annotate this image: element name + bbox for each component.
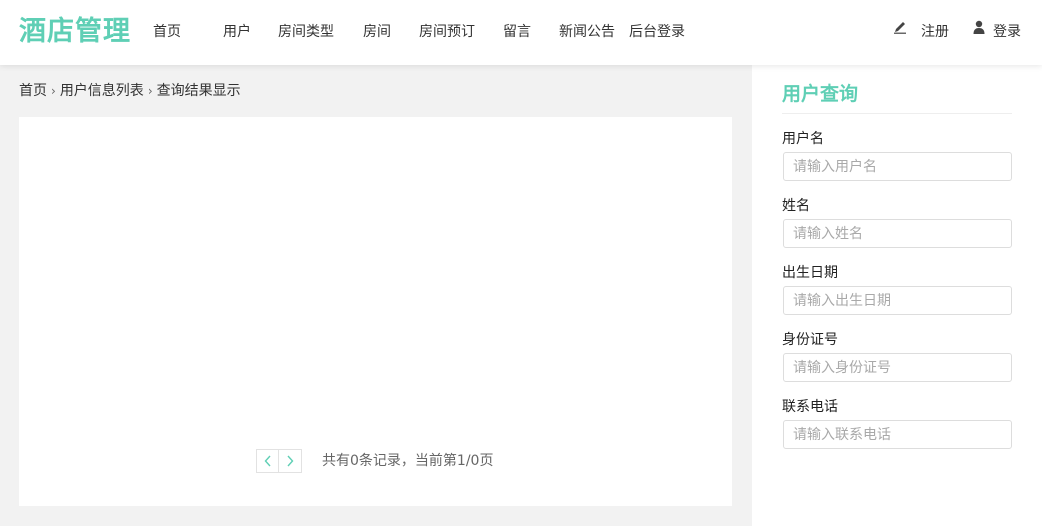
- nav-room-booking[interactable]: 房间预订: [419, 0, 475, 65]
- chevron-right-icon: [285, 455, 295, 467]
- name-input[interactable]: [783, 219, 1012, 248]
- id-number-label: 身份证号: [782, 332, 838, 348]
- id-number-input[interactable]: [783, 353, 1012, 382]
- nav-admin-login[interactable]: 后台登录: [629, 0, 685, 65]
- pagination: [256, 449, 302, 473]
- breadcrumb-home[interactable]: 首页: [19, 83, 47, 99]
- register-link[interactable]: 注册: [893, 0, 949, 65]
- pencil-icon: [893, 0, 907, 63]
- prev-page-button[interactable]: [256, 449, 279, 473]
- site-logo[interactable]: 酒店管理: [19, 14, 131, 50]
- breadcrumb-user-list[interactable]: 用户信息列表: [60, 83, 144, 99]
- phone-label: 联系电话: [782, 399, 838, 415]
- birthdate-input[interactable]: [783, 286, 1012, 315]
- pagination-info: 共有0条记录，当前第1/0页: [322, 453, 494, 469]
- chevron-left-icon: [263, 455, 273, 467]
- sidebar-title: 用户查询: [782, 83, 859, 105]
- nav-news[interactable]: 新闻公告: [559, 0, 615, 65]
- nav-rooms[interactable]: 房间: [363, 0, 391, 65]
- breadcrumb-separator-icon: ›: [147, 84, 153, 98]
- login-label: 登录: [993, 24, 1021, 40]
- breadcrumb: 首页 › 用户信息列表 › 查询结果显示: [19, 80, 241, 102]
- next-page-button[interactable]: [279, 449, 302, 473]
- breadcrumb-current: 查询结果显示: [156, 83, 241, 99]
- user-icon: [972, 0, 986, 63]
- breadcrumb-separator-icon: ›: [51, 84, 56, 98]
- results-panel: 共有0条记录，当前第1/0页: [19, 117, 732, 506]
- birthdate-label: 出生日期: [782, 265, 838, 281]
- user-search-sidebar: 用户查询 用户名 姓名 出生日期 身份证号 联系电话: [752, 65, 1042, 526]
- nav-room-types[interactable]: 房间类型: [278, 0, 334, 65]
- register-label: 注册: [921, 24, 949, 40]
- username-label: 用户名: [782, 131, 824, 147]
- sidebar-divider: [782, 113, 1012, 114]
- nav-home[interactable]: 首页: [153, 0, 181, 65]
- name-label: 姓名: [782, 198, 810, 214]
- nav-users[interactable]: 用户: [223, 0, 251, 65]
- top-header: 酒店管理 首页 用户 房间类型 房间 房间预订 留言 新闻公告 后台登录 注册 …: [0, 0, 1042, 65]
- login-link[interactable]: 登录: [972, 0, 1021, 65]
- username-input[interactable]: [783, 152, 1012, 181]
- phone-input[interactable]: [783, 420, 1012, 449]
- nav-messages[interactable]: 留言: [503, 0, 531, 65]
